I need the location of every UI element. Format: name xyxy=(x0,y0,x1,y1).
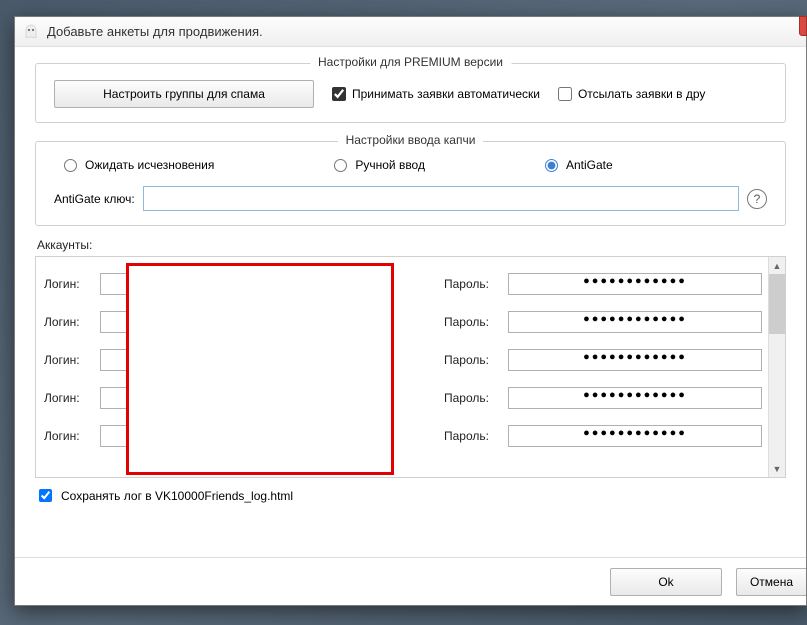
scroll-up-icon[interactable]: ▲ xyxy=(769,257,785,274)
accept-auto-input[interactable] xyxy=(332,87,346,101)
premium-legend: Настройки для PREMIUM версии xyxy=(310,55,511,69)
radio-manual[interactable]: Ручной ввод xyxy=(334,158,425,172)
password-label: Пароль: xyxy=(444,429,500,443)
password-label: Пароль: xyxy=(444,315,500,329)
dialog-window: Добавьте анкеты для продвижения. Настрой… xyxy=(14,16,807,606)
radio-manual-input[interactable] xyxy=(334,159,347,172)
antigate-key-input[interactable] xyxy=(143,186,739,211)
ghost-icon xyxy=(23,24,39,40)
antigate-key-label: AntiGate ключ: xyxy=(54,192,135,206)
dialog-footer: Ok Отмена xyxy=(15,557,806,605)
cancel-button[interactable]: Отмена xyxy=(736,568,806,596)
radio-antigate-label: AntiGate xyxy=(566,158,613,172)
login-label: Логин: xyxy=(44,391,92,405)
accept-auto-checkbox[interactable]: Принимать заявки автоматически xyxy=(332,87,540,101)
scroll-thumb[interactable] xyxy=(769,274,785,334)
save-log-checkbox[interactable]: Сохранять лог в VK10000Friends_log.html xyxy=(35,486,786,505)
password-input[interactable]: ●●●●●●●●●●●● xyxy=(508,273,762,295)
scrollbar[interactable]: ▲ ▼ xyxy=(768,257,785,477)
scroll-down-icon[interactable]: ▼ xyxy=(769,460,785,477)
client-area: Настройки для PREMIUM версии Настроить г… xyxy=(15,47,806,521)
send-requests-input[interactable] xyxy=(558,87,572,101)
password-label: Пароль: xyxy=(444,353,500,367)
password-input[interactable]: ●●●●●●●●●●●● xyxy=(508,387,762,409)
password-label: Пароль: xyxy=(444,277,500,291)
captcha-group: Настройки ввода капчи Ожидать исчезновен… xyxy=(35,141,786,226)
accounts-label: Аккаунты: xyxy=(37,238,786,252)
password-label: Пароль: xyxy=(444,391,500,405)
captcha-legend: Настройки ввода капчи xyxy=(338,133,484,147)
ok-button[interactable]: Ok xyxy=(610,568,722,596)
titlebar[interactable]: Добавьте анкеты для продвижения. xyxy=(15,17,806,47)
login-label: Логин: xyxy=(44,429,92,443)
radio-manual-label: Ручной ввод xyxy=(355,158,425,172)
help-icon[interactable]: ? xyxy=(747,189,767,209)
password-input[interactable]: ●●●●●●●●●●●● xyxy=(508,311,762,333)
password-input[interactable]: ●●●●●●●●●●●● xyxy=(508,349,762,371)
accept-auto-label: Принимать заявки автоматически xyxy=(352,87,540,101)
login-label: Логин: xyxy=(44,315,92,329)
spam-groups-button[interactable]: Настроить группы для спама xyxy=(54,80,314,108)
password-input[interactable]: ●●●●●●●●●●●● xyxy=(508,425,762,447)
premium-group: Настройки для PREMIUM версии Настроить г… xyxy=(35,63,786,123)
close-button[interactable] xyxy=(799,16,807,36)
login-label: Логин: xyxy=(44,353,92,367)
radio-wait-label: Ожидать исчезновения xyxy=(85,158,214,172)
accounts-list: Логин: Пароль: ●●●●●●●●●●●● Логин: Парол… xyxy=(35,256,786,478)
send-requests-label: Отсылать заявки в дру xyxy=(578,87,705,101)
save-log-input[interactable] xyxy=(39,489,52,502)
radio-antigate[interactable]: AntiGate xyxy=(545,158,613,172)
login-label: Логин: xyxy=(44,277,92,291)
radio-wait[interactable]: Ожидать исчезновения xyxy=(64,158,214,172)
radio-wait-input[interactable] xyxy=(64,159,77,172)
send-requests-checkbox[interactable]: Отсылать заявки в дру xyxy=(558,87,705,101)
redaction-box xyxy=(126,263,394,475)
radio-antigate-input[interactable] xyxy=(545,159,558,172)
window-title: Добавьте анкеты для продвижения. xyxy=(47,24,263,39)
save-log-label: Сохранять лог в VK10000Friends_log.html xyxy=(61,489,293,503)
